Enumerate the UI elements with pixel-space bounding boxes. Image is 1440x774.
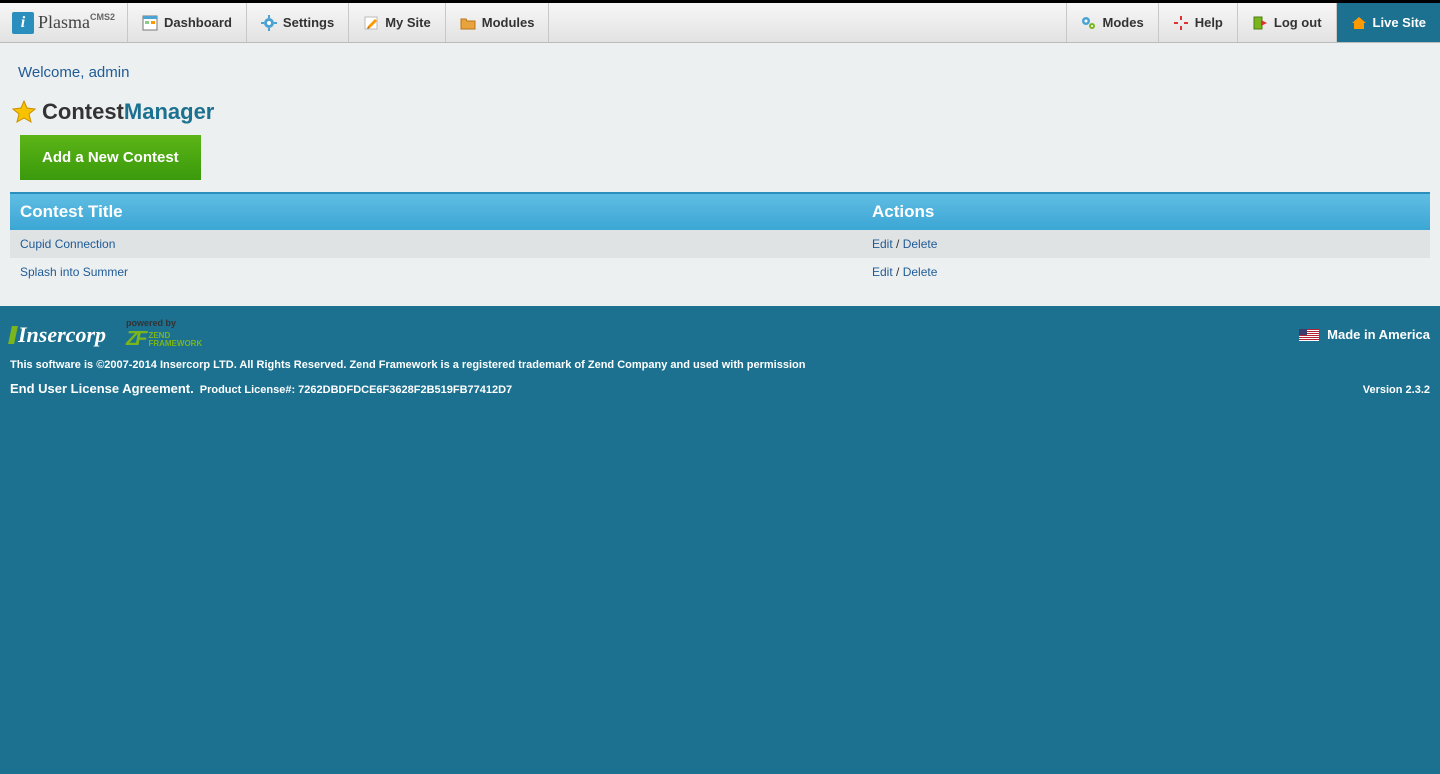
gears-icon: [1081, 15, 1097, 31]
nav-label: Modes: [1103, 15, 1144, 30]
gear-icon: [261, 15, 277, 31]
add-contest-button[interactable]: Add a New Contest: [20, 135, 201, 180]
table-row: Splash into Summer Edit / Delete: [10, 258, 1430, 286]
pencil-icon: [363, 15, 379, 31]
content-area: Welcome, admin ContestManager Add a New …: [0, 43, 1440, 306]
eula-link[interactable]: End User License Agreement.: [10, 381, 194, 396]
home-icon: [1351, 15, 1367, 31]
action-separator: /: [896, 265, 899, 279]
nav-modules[interactable]: Modules: [446, 3, 550, 42]
nav-label: Modules: [482, 15, 535, 30]
insercorp-bar-icon: [8, 326, 18, 344]
nav-label: Settings: [283, 15, 334, 30]
nav-label: Help: [1195, 15, 1223, 30]
nav-label: Live Site: [1373, 15, 1426, 30]
folder-icon: [460, 15, 476, 31]
contest-link[interactable]: Splash into Summer: [20, 265, 128, 279]
insercorp-logo[interactable]: Insercorp: [10, 322, 106, 348]
welcome-text: Welcome, admin: [10, 58, 1430, 99]
nav-label: Dashboard: [164, 15, 232, 30]
footer: Insercorp powered by ZF ZENDFRAMEWORK Ma…: [0, 306, 1440, 410]
top-navbar: i Plasma CMS2 Dashboard Settings My Site…: [0, 0, 1440, 43]
nav-mysite[interactable]: My Site: [349, 3, 446, 42]
help-icon: [1173, 15, 1189, 31]
page-title-part2: Manager: [124, 99, 214, 125]
nav-livesite[interactable]: Live Site: [1336, 3, 1440, 42]
action-separator: /: [896, 237, 899, 251]
nav-logout[interactable]: Log out: [1237, 3, 1336, 42]
nav-label: Log out: [1274, 15, 1322, 30]
zend-badge[interactable]: powered by ZF ZENDFRAMEWORK: [126, 318, 202, 351]
copyright-text: This software is ©2007-2014 Insercorp LT…: [10, 359, 1430, 371]
table-row: Cupid Connection Edit / Delete: [10, 230, 1430, 258]
delete-link[interactable]: Delete: [903, 265, 938, 279]
version-text: Version 2.3.2: [1363, 384, 1430, 396]
dashboard-icon: [142, 15, 158, 31]
page-title-part1: Contest: [42, 99, 124, 125]
us-flag-icon: [1299, 329, 1319, 341]
contest-link[interactable]: Cupid Connection: [20, 237, 115, 251]
star-icon: [12, 100, 36, 124]
nav-dashboard[interactable]: Dashboard: [128, 3, 247, 42]
brand-logo[interactable]: i Plasma CMS2: [0, 3, 128, 42]
nav-label: My Site: [385, 15, 431, 30]
page-title: ContestManager: [10, 99, 1430, 125]
delete-link[interactable]: Delete: [903, 237, 938, 251]
made-in-america: Made in America: [1299, 327, 1430, 342]
logo-badge-icon: i: [12, 12, 34, 34]
nav-help[interactable]: Help: [1158, 3, 1237, 42]
contests-table: Contest Title Actions Cupid Connection E…: [10, 192, 1430, 286]
nav-settings[interactable]: Settings: [247, 3, 349, 42]
product-license: Product License#: 7262DBDFDCE6F3628F2B51…: [200, 384, 512, 396]
nav-modes[interactable]: Modes: [1066, 3, 1158, 42]
made-in-label: Made in America: [1327, 327, 1430, 342]
insercorp-text: Insercorp: [18, 322, 106, 348]
edit-link[interactable]: Edit: [872, 265, 893, 279]
powered-by-label: powered by: [126, 318, 202, 328]
zend-text: ZENDFRAMEWORK: [148, 332, 202, 348]
nav-spacer: [549, 3, 1065, 42]
logout-icon: [1252, 15, 1268, 31]
brand-name: Plasma: [38, 12, 90, 33]
brand-suffix: CMS2: [90, 12, 115, 22]
edit-link[interactable]: Edit: [872, 237, 893, 251]
col-contest-title: Contest Title: [10, 193, 862, 230]
col-actions: Actions: [862, 193, 1430, 230]
zend-z-icon: ZF: [126, 328, 144, 351]
